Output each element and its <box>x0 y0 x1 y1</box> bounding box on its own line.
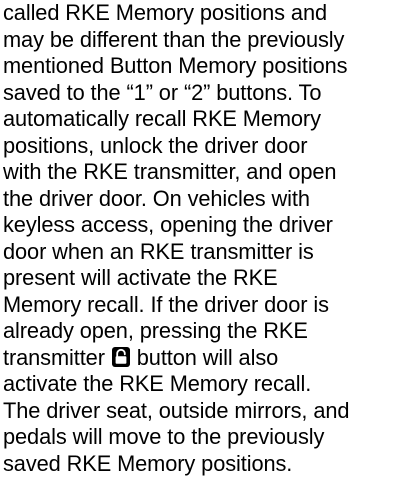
text-fragment: button will also <box>130 344 279 370</box>
text-fragment: transmitter <box>3 344 111 370</box>
text-line: The driver seat, outside mirrors, and <box>3 397 350 423</box>
text-line: already open, pressing the RKE <box>3 318 308 343</box>
body-paragraph: called RKE Memory positions and may be d… <box>3 0 402 477</box>
text-line: automatically recall RKE Memory <box>3 106 321 131</box>
text-line: keyless access, opening the driver <box>3 212 333 237</box>
text-line: door when an RKE transmitter is <box>3 238 314 264</box>
text-line: pedals will move to the previously <box>3 424 325 449</box>
text-line-with-icon: transmitter button will also <box>3 345 402 372</box>
text-line: activate the RKE Memory recall. <box>3 371 312 396</box>
text-line: positions, unlock the driver door <box>3 132 308 158</box>
text-line: mentioned Button Memory positions <box>3 53 348 78</box>
text-line: may be different than the previously <box>3 26 345 52</box>
text-line: Memory recall. If the driver door is <box>3 291 329 317</box>
text-line: saved RKE Memory positions. <box>3 450 293 476</box>
unlock-icon <box>111 346 130 367</box>
text-line: saved to the “1” or “2” buttons. To <box>3 79 322 105</box>
document-page: called RKE Memory positions and may be d… <box>0 0 402 478</box>
text-line: the driver door. On vehicles with <box>3 185 310 211</box>
text-line: with the RKE transmitter, and open <box>3 159 337 184</box>
text-line: called RKE Memory positions and <box>3 0 328 25</box>
text-line: present will activate the RKE <box>3 265 278 290</box>
